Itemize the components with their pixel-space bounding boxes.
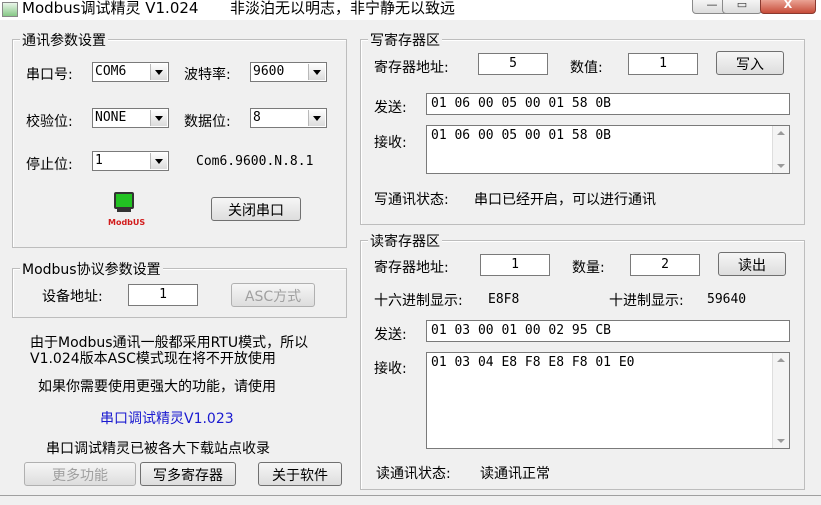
write-value-label: 数值: (570, 60, 603, 76)
more-features-label: 更多功能 (52, 468, 108, 484)
info-line-2: V1.024版本ASC模式现在将不开放使用 (30, 351, 276, 367)
write-value-value: 1 (659, 56, 667, 71)
write-multi-registers-button[interactable]: 写多寄存器 (140, 462, 236, 486)
write-value-input[interactable]: 1 (628, 53, 698, 75)
hex-display-value: E8F8 (488, 292, 520, 307)
app-icon (2, 2, 18, 17)
stopbits-select[interactable]: 1 (92, 151, 169, 171)
read-recv-value: 01 03 04 E8 F8 E8 F8 01 E0 (431, 355, 635, 370)
read-register-label: 读寄存器区 (368, 231, 442, 251)
more-features-button[interactable]: 更多功能 (24, 462, 136, 486)
write-button[interactable]: 写入 (716, 51, 784, 75)
asc-mode-label: ASC方式 (244, 289, 302, 305)
read-status-label: 读通讯状态: (376, 466, 451, 482)
close-port-label: 关闭串口 (228, 203, 284, 219)
read-count-input[interactable]: 2 (630, 254, 700, 276)
device-address-input[interactable]: 1 (128, 284, 198, 306)
databits-select[interactable]: 8 (250, 108, 327, 128)
chevron-down-icon[interactable] (308, 110, 325, 126)
window-motto: 非淡泊无以明志，非宁静无以致远 (230, 0, 456, 17)
write-send-field[interactable]: 01 06 00 05 00 01 58 0B (426, 93, 790, 115)
chevron-down-icon[interactable] (308, 64, 325, 80)
close-port-button[interactable]: 关闭串口 (211, 197, 301, 221)
stopbits-value: 1 (95, 153, 103, 168)
baud-value: 9600 (253, 64, 285, 79)
write-recv-value: 01 06 00 05 00 01 58 0B (431, 128, 612, 143)
write-button-label: 写入 (736, 57, 764, 73)
read-button[interactable]: 读出 (718, 252, 786, 276)
window-title-text: Modbus调试精灵 V1.024 (22, 0, 199, 17)
protocol-settings-label: Modbus协议参数设置 (20, 259, 163, 279)
write-register-label: 写寄存器区 (368, 30, 442, 50)
about-button[interactable]: 关于软件 (258, 462, 342, 486)
chevron-down-icon[interactable] (150, 110, 167, 126)
read-status-value: 读通讯正常 (480, 466, 550, 482)
hex-display-label: 十六进制显示: (374, 293, 463, 309)
write-send-label: 发送: (374, 100, 407, 116)
scroll-up-icon[interactable] (777, 131, 785, 135)
device-address-value: 1 (159, 287, 167, 302)
comm-status-text: Com6.9600.N.8.1 (196, 154, 314, 169)
write-recv-label: 接收: (374, 135, 407, 151)
write-recv-field[interactable]: 01 06 00 05 00 01 58 0B (426, 125, 790, 174)
dec-display-value: 59640 (707, 292, 747, 307)
close-window-button[interactable]: X (760, 0, 816, 14)
window-bottom-border (0, 495, 821, 496)
write-recv-scrollbar[interactable] (772, 126, 789, 173)
about-label: 关于软件 (272, 468, 328, 484)
info-line-4: 串口调试精灵已被各大下载站点收录 (46, 441, 270, 457)
asc-mode-button[interactable]: ASC方式 (231, 283, 315, 307)
databits-label: 数据位: (184, 114, 231, 130)
scroll-down-icon[interactable] (777, 164, 785, 168)
close-icon: X (783, 0, 793, 11)
parity-value: NONE (95, 110, 127, 125)
read-send-label: 发送: (374, 327, 407, 343)
modbus-logo-icon (114, 192, 134, 209)
scroll-down-icon[interactable] (777, 439, 785, 443)
write-addr-input[interactable]: 5 (478, 53, 548, 75)
maximize-button[interactable]: ▭ (722, 0, 762, 14)
read-send-value: 01 03 00 01 00 02 95 CB (431, 323, 612, 338)
parity-select[interactable]: NONE (92, 108, 169, 128)
dec-display-label: 十进制显示: (609, 293, 684, 309)
port-value: COM6 (95, 64, 127, 79)
write-status-value: 串口已经开启，可以进行通讯 (474, 192, 656, 208)
read-addr-value: 1 (511, 257, 519, 272)
comm-settings-label: 通讯参数设置 (20, 30, 108, 50)
chevron-down-icon[interactable] (150, 153, 167, 169)
port-select[interactable]: COM6 (92, 62, 169, 82)
read-button-label: 读出 (738, 258, 766, 274)
parity-label: 校验位: (26, 114, 73, 130)
baud-label: 波特率: (184, 67, 231, 83)
modbus-logo-text: ModbUS (108, 218, 146, 227)
write-send-value: 01 06 00 05 00 01 58 0B (431, 96, 612, 111)
read-count-label: 数量: (572, 260, 605, 276)
read-recv-label: 接收: (374, 361, 407, 377)
upgrade-link[interactable]: 串口调试精灵V1.023 (100, 408, 234, 428)
read-recv-field[interactable]: 01 03 04 E8 F8 E8 F8 01 E0 (426, 352, 790, 449)
write-addr-value: 5 (509, 56, 517, 71)
info-line-3: 如果你需要使用更强大的功能，请使用 (38, 379, 276, 395)
modbus-logo-base (117, 209, 131, 212)
scroll-up-icon[interactable] (777, 358, 785, 362)
write-multi-registers-label: 写多寄存器 (153, 468, 223, 484)
databits-value: 8 (253, 110, 261, 125)
baud-select[interactable]: 9600 (250, 62, 327, 82)
device-address-label: 设备地址: (42, 289, 103, 305)
read-addr-input[interactable]: 1 (480, 254, 550, 276)
read-addr-label: 寄存器地址: (374, 260, 449, 276)
port-label: 串口号: (26, 67, 73, 83)
write-addr-label: 寄存器地址: (374, 60, 449, 76)
read-send-field[interactable]: 01 03 00 01 00 02 95 CB (426, 320, 790, 342)
chevron-down-icon[interactable] (150, 64, 167, 80)
window-title: Modbus调试精灵 V1.024 非淡泊无以明志，非宁静无以致远 (22, 0, 455, 18)
read-recv-scrollbar[interactable] (772, 353, 789, 448)
stopbits-label: 停止位: (26, 157, 73, 173)
read-count-value: 2 (661, 257, 669, 272)
write-status-label: 写通讯状态: (374, 192, 449, 208)
maximize-icon: ▭ (736, 0, 748, 11)
